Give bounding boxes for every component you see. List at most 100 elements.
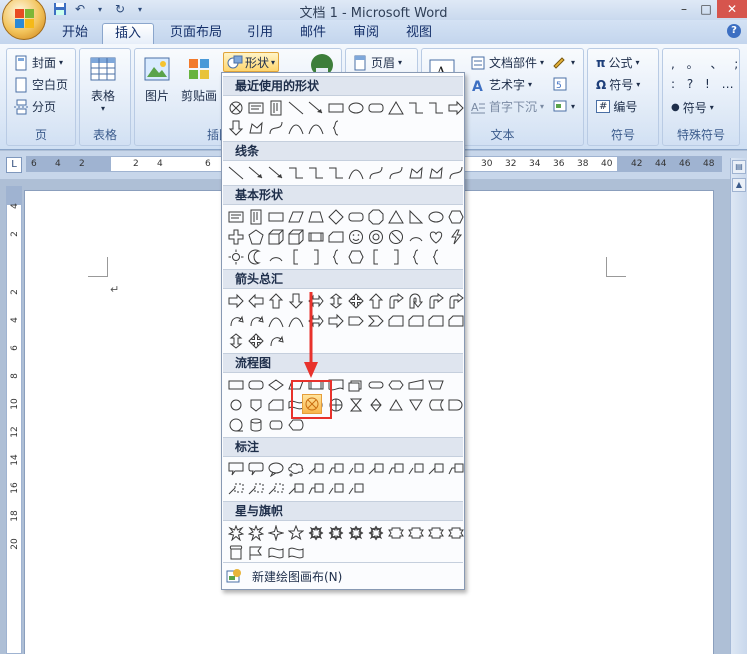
rect-shape-icon[interactable]	[326, 98, 346, 118]
close-button[interactable]: ✕	[717, 0, 747, 18]
curve-shape-icon[interactable]	[346, 163, 366, 183]
smile-shape-icon[interactable]	[346, 227, 366, 247]
call-dash-shape-icon[interactable]	[226, 479, 246, 499]
elbow-shape-icon[interactable]	[306, 163, 326, 183]
moon-shape-icon[interactable]	[246, 247, 266, 267]
flow-card-shape-icon[interactable]	[426, 311, 446, 331]
udarrow-shape-icon[interactable]	[326, 291, 346, 311]
flow-prep-shape-icon[interactable]	[386, 375, 406, 395]
header-button[interactable]: 页眉 ▾	[352, 54, 402, 71]
call-cloud-shape-icon[interactable]	[286, 459, 306, 479]
freeform-shape-icon[interactable]	[246, 118, 266, 138]
flow-coll-shape-icon[interactable]	[346, 395, 366, 415]
bent-shape-icon[interactable]	[426, 291, 446, 311]
cube-shape-icon[interactable]	[266, 227, 286, 247]
curve-shape-icon[interactable]	[286, 118, 306, 138]
chevron-shape-icon[interactable]	[366, 311, 386, 331]
star-exp-shape-icon[interactable]	[246, 523, 266, 543]
diamond-shape-icon[interactable]	[326, 207, 346, 227]
rbracket-shape-icon[interactable]	[386, 247, 406, 267]
bracket-shape-icon[interactable]	[366, 247, 386, 267]
flow-card-shape-icon[interactable]	[406, 311, 426, 331]
star5-shape-icon[interactable]	[286, 523, 306, 543]
star4-shape-icon[interactable]	[266, 523, 286, 543]
call-bar-shape-icon[interactable]	[406, 459, 426, 479]
maximize-button[interactable]: □	[695, 0, 717, 18]
curve-shape-icon[interactable]	[266, 311, 286, 331]
cover-button[interactable]: 封面 ▾	[13, 54, 63, 71]
datetime-icon[interactable]: 5	[552, 76, 568, 92]
call-line-shape-icon[interactable]	[306, 459, 326, 479]
line-shape-icon[interactable]	[286, 98, 306, 118]
cube-shape-icon[interactable]	[286, 227, 306, 247]
vertical-scrollbar[interactable]: ▤ ▲	[730, 158, 747, 654]
vtxt-shape-icon[interactable]	[266, 98, 286, 118]
brace-shape-icon[interactable]	[426, 247, 446, 267]
vertical-ruler[interactable]: 4 2 2 4 6 8 10 12 14 16 18 20	[6, 186, 22, 654]
special-symbols-row-1[interactable]: , 。 、 ;	[671, 55, 742, 72]
brace-shape-icon[interactable]	[326, 118, 346, 138]
arrow-line-shape-icon[interactable]	[306, 98, 326, 118]
table-button[interactable]: 表格 ▾	[89, 55, 117, 113]
ribbon-shape-icon[interactable]	[386, 523, 406, 543]
rarrow-shape-icon[interactable]	[326, 311, 346, 331]
flow-man-op-shape-icon[interactable]	[426, 375, 446, 395]
curve-shape-icon[interactable]	[306, 118, 326, 138]
tab-view[interactable]: 视图	[394, 23, 444, 44]
darrow-shape-icon[interactable]	[226, 118, 246, 138]
numbering-button[interactable]: # 编号	[596, 98, 637, 115]
freeform-shape-icon[interactable]	[426, 163, 446, 183]
help-icon[interactable]: ?	[727, 24, 741, 38]
rarrow-shape-icon[interactable]	[226, 291, 246, 311]
flow-card-shape-icon[interactable]	[266, 395, 286, 415]
tab-references[interactable]: 引用	[235, 23, 285, 44]
brace-shape-icon[interactable]	[406, 247, 426, 267]
flow-card-shape-icon[interactable]	[446, 311, 466, 331]
donut-shape-icon[interactable]	[366, 227, 386, 247]
flow-sort-shape-icon[interactable]	[366, 395, 386, 415]
flow-off-shape-icon[interactable]	[246, 395, 266, 415]
flow-proc-shape-icon[interactable]	[226, 375, 246, 395]
signature-icon[interactable]: ▾	[552, 54, 575, 70]
shapes-button[interactable]: 形状 ▾	[223, 52, 279, 72]
special-symbols-row-2[interactable]: : ? ! …	[671, 77, 738, 91]
new-drawing-canvas-item[interactable]: 新建绘图画布(N)	[226, 566, 342, 586]
call-line-shape-icon[interactable]	[286, 479, 306, 499]
circ-x-shape-icon[interactable]	[226, 98, 246, 118]
object-icon[interactable]: ▾	[552, 98, 575, 114]
dropcap-button[interactable]: A 首字下沉 ▾	[470, 98, 544, 115]
elbow-shape-icon[interactable]	[326, 163, 346, 183]
brace-shape-icon[interactable]	[326, 247, 346, 267]
tab-home[interactable]: 开始	[50, 23, 100, 44]
flow-merge-shape-icon[interactable]	[406, 395, 426, 415]
call-oval-shape-icon[interactable]	[266, 459, 286, 479]
arc-shape-icon[interactable]	[266, 247, 286, 267]
scurve-shape-icon[interactable]	[446, 163, 466, 183]
para-shape-icon[interactable]	[286, 207, 306, 227]
larrow-shape-icon[interactable]	[246, 291, 266, 311]
rtri-shape-icon[interactable]	[406, 207, 426, 227]
hex-shape-icon[interactable]	[446, 207, 466, 227]
uturn-shape-icon[interactable]	[406, 291, 426, 311]
picture-button[interactable]: 图片	[143, 55, 171, 104]
ruler-toggle-icon[interactable]: ▤	[732, 160, 746, 174]
no-sym-shape-icon[interactable]	[386, 227, 406, 247]
oct-shape-icon[interactable]	[366, 207, 386, 227]
call-line2-shape-icon[interactable]	[306, 479, 326, 499]
minimize-button[interactable]: –	[673, 0, 695, 18]
elbow-shape-icon[interactable]	[286, 163, 306, 183]
call-bar-shape-icon[interactable]	[346, 479, 366, 499]
flow-card-shape-icon[interactable]	[326, 227, 346, 247]
wave-shape-icon[interactable]	[266, 543, 286, 563]
flow-term-shape-icon[interactable]	[366, 375, 386, 395]
tab-insert[interactable]: 插入	[102, 23, 155, 44]
star-exp-shape-icon[interactable]	[226, 523, 246, 543]
curved-arr-shape-icon[interactable]	[266, 331, 286, 351]
symbol-button[interactable]: Ω 符号 ▾	[596, 76, 640, 93]
flow-conn-shape-icon[interactable]	[226, 395, 246, 415]
txt-shape-icon[interactable]	[246, 98, 266, 118]
rect-shape-icon[interactable]	[266, 207, 286, 227]
vtxt-shape-icon[interactable]	[246, 207, 266, 227]
call-line-shape-icon[interactable]	[366, 459, 386, 479]
star8-shape-icon[interactable]	[346, 523, 366, 543]
